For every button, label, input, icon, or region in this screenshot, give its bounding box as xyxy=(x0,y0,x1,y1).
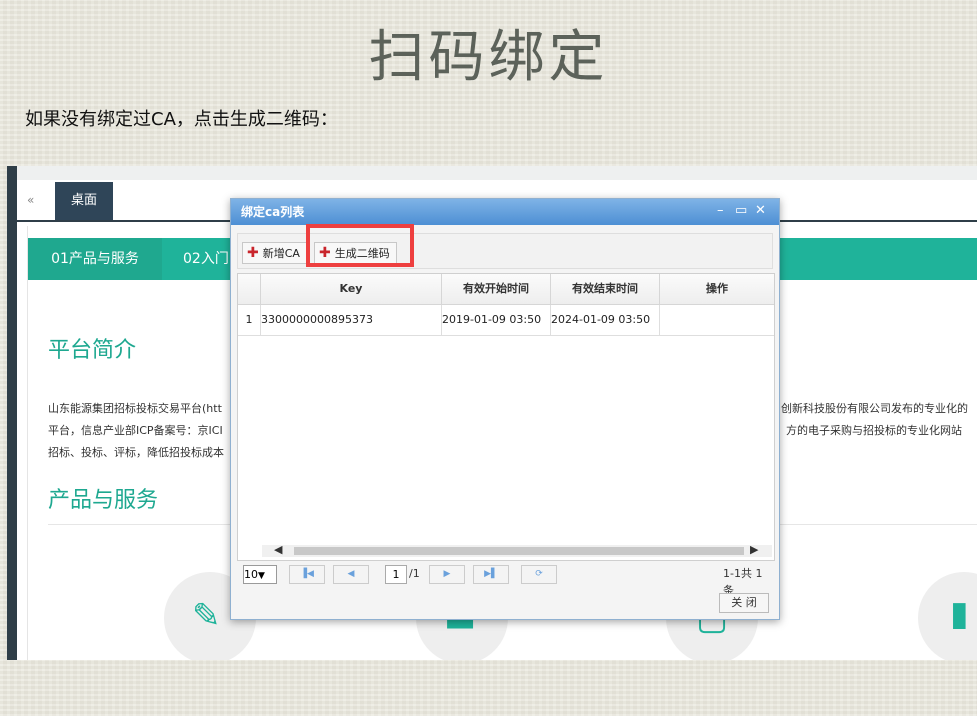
intro-line-1: 山东能源集团招标投标交易平台(htt xyxy=(48,402,222,415)
table-cell-end[interactable]: 2024-01-09 03:50 xyxy=(551,305,660,336)
scroll-thumb[interactable] xyxy=(294,547,744,555)
close-button[interactable]: 关 闭 xyxy=(719,593,769,613)
tab-getting-started[interactable]: 02入门 xyxy=(183,238,229,280)
maximize-icon[interactable]: ▭ xyxy=(735,203,747,218)
column-header-end[interactable]: 有效结束时间 xyxy=(551,274,660,305)
edit-icon: ✎ xyxy=(192,596,221,636)
top-strip xyxy=(17,166,977,180)
pagination: 10▼ ▐◀ ◀ 1 /1 ▶ ▶▌ ⟳ 1-1共 1条 xyxy=(237,561,773,597)
scroll-left-icon[interactable]: ◀ xyxy=(274,543,282,556)
column-header-action: 操作 xyxy=(660,274,774,305)
left-sidebar-strip xyxy=(7,166,17,660)
table-cell-key[interactable]: 3300000000895373 xyxy=(261,305,442,336)
table-cell-action[interactable] xyxy=(660,305,774,336)
column-header-index xyxy=(238,274,261,305)
intro-line-3: 招标、投标、评标，降低招投标成本 xyxy=(48,446,224,459)
column-header-key[interactable]: Key xyxy=(261,274,442,305)
chevron-down-icon: ▼ xyxy=(258,571,265,581)
slide-caption: 如果没有绑定过CA，点击生成二维码： xyxy=(25,109,338,130)
intro-line-right-2: 方的电子采购与招投标的专业化网站 xyxy=(786,424,962,437)
back-arrows-icon[interactable]: « xyxy=(27,193,34,207)
add-ca-label: 新增CA xyxy=(262,247,300,260)
tab-products-services[interactable]: 01产品与服务 xyxy=(28,238,162,280)
horizontal-scrollbar[interactable]: ◀ ▶ xyxy=(262,543,772,557)
refresh-button[interactable]: ⟳ xyxy=(521,565,557,584)
bookmark-icon: ▮ xyxy=(950,594,969,634)
first-page-button[interactable]: ▐◀ xyxy=(289,565,325,584)
page-size-value: 10 xyxy=(244,568,258,581)
page-number-input[interactable]: 1 xyxy=(385,565,407,584)
section-title-products: 产品与服务 xyxy=(48,488,159,513)
intro-line-2: 平台，信息产业部ICP备案号：京ICI xyxy=(48,424,223,437)
section-title-intro: 平台简介 xyxy=(48,338,137,363)
column-header-start[interactable]: 有效开始时间 xyxy=(442,274,551,305)
slide-title: 扫码绑定 xyxy=(368,25,609,90)
feature-circle-bookmark[interactable]: ▮ xyxy=(918,572,977,660)
page-total: /1 xyxy=(409,567,420,580)
add-ca-button[interactable]: ✚ 新增CA xyxy=(242,242,307,264)
plus-icon: ✚ xyxy=(247,245,259,261)
ca-table: Key 有效开始时间 有效结束时间 操作 1 3300000000895373 … xyxy=(237,273,775,561)
intro-line-right-1: 创新科技股份有限公司发布的专业化的 xyxy=(781,402,968,415)
bind-ca-dialog: 绑定ca列表 – ▭ ✕ ✚ 新增CA ✚ 生成二维码 Key 有效开始时间 有效结… xyxy=(230,198,780,620)
table-cell-start[interactable]: 2019-01-09 03:50 xyxy=(442,305,551,336)
highlight-box xyxy=(306,224,414,267)
prev-page-button[interactable]: ◀ xyxy=(333,565,369,584)
scroll-right-icon[interactable]: ▶ xyxy=(750,543,758,556)
dialog-header: 绑定ca列表 – ▭ ✕ xyxy=(231,199,779,225)
minimize-icon[interactable]: – xyxy=(717,203,724,218)
last-page-button[interactable]: ▶▌ xyxy=(473,565,509,584)
close-icon[interactable]: ✕ xyxy=(755,203,766,218)
next-page-button[interactable]: ▶ xyxy=(429,565,465,584)
page-size-select[interactable]: 10▼ xyxy=(243,565,277,584)
table-row-index: 1 xyxy=(238,305,261,336)
dialog-title: 绑定ca列表 xyxy=(241,205,305,219)
tab-desktop[interactable]: 桌面 xyxy=(55,182,113,220)
